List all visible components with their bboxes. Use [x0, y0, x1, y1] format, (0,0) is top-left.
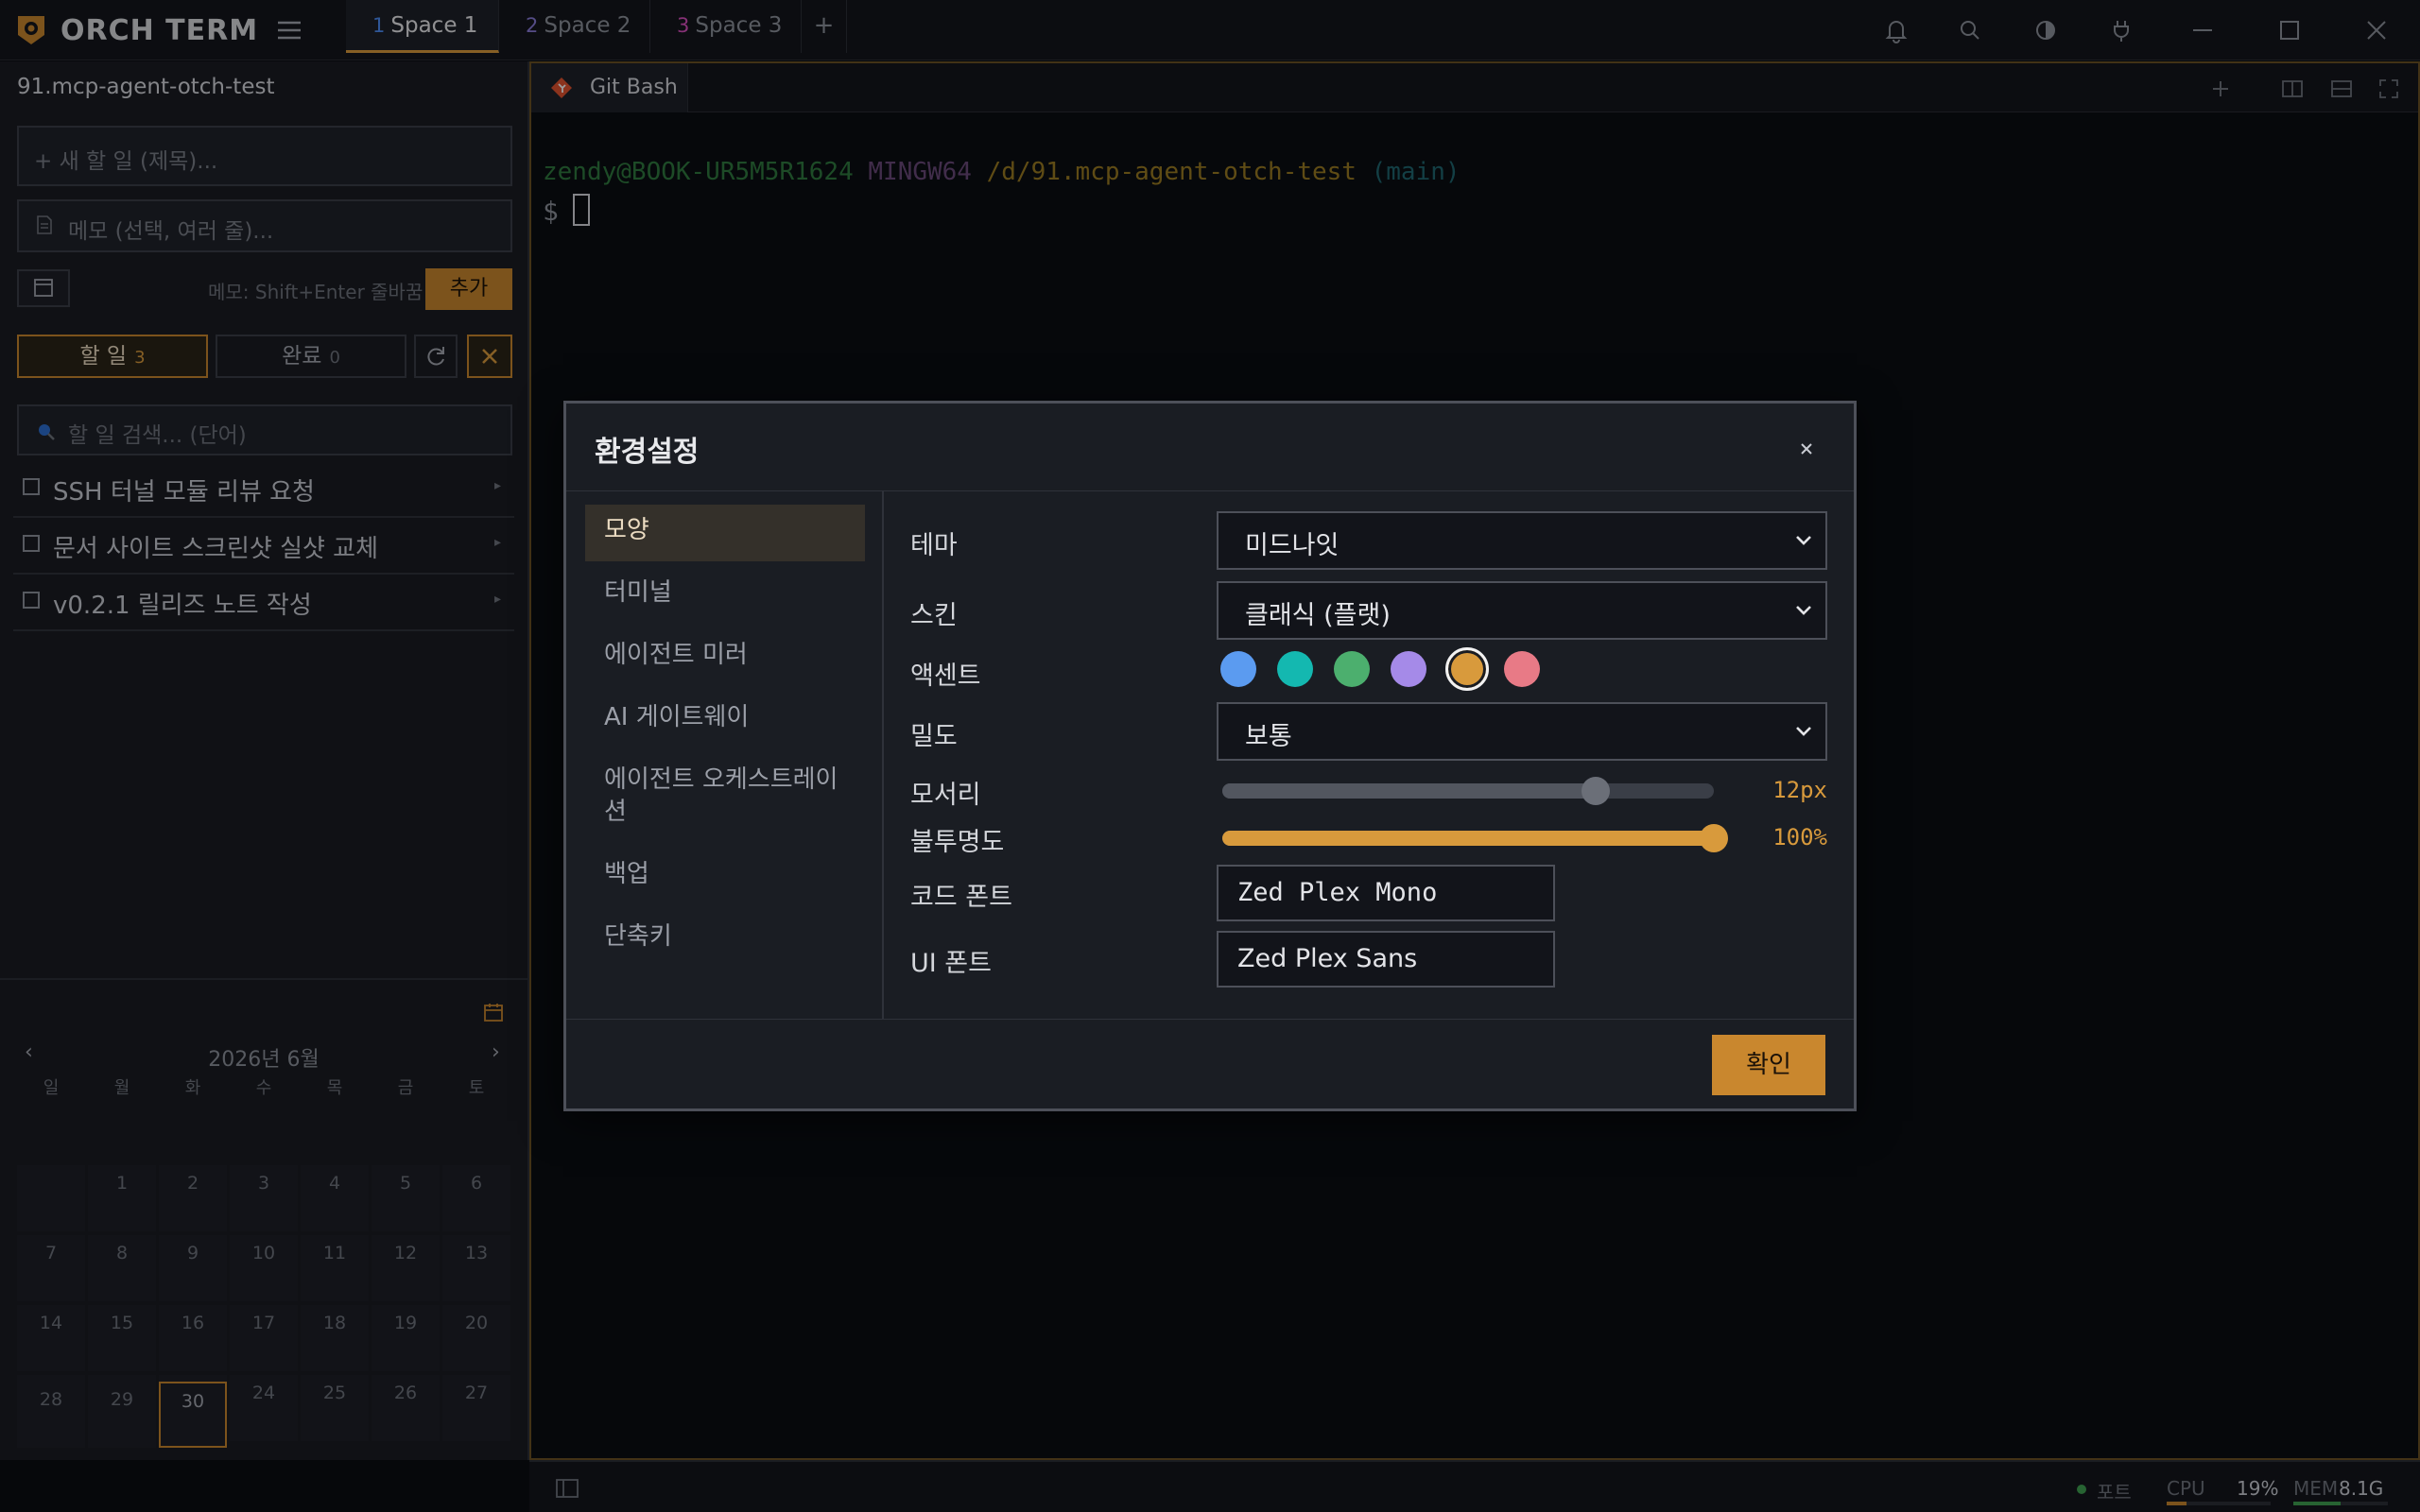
opacity-slider-fill — [1222, 831, 1714, 846]
skin-select[interactable]: 클래식 (플랫) — [1217, 581, 1827, 640]
ui-font-input[interactable]: Zed Plex Sans — [1217, 931, 1555, 988]
opacity-slider[interactable] — [1222, 824, 1728, 852]
chevron-down-icon — [1795, 725, 1812, 738]
density-value: 보통 — [1245, 722, 1292, 751]
accent-label: 액센트 — [910, 662, 981, 691]
dialog-footer-divider — [566, 1019, 1854, 1020]
skin-label: 스킨 — [910, 601, 958, 630]
confirm-button[interactable]: 확인 — [1712, 1035, 1825, 1095]
accent-swatch-teal[interactable] — [1277, 651, 1313, 687]
opacity-label: 불투명도 — [910, 828, 1005, 857]
corner-slider-knob[interactable] — [1582, 777, 1610, 805]
accent-swatch-purple[interactable] — [1391, 651, 1426, 687]
opacity-value: 100% — [1772, 824, 1827, 850]
density-select[interactable]: 보통 — [1217, 702, 1827, 761]
settings-nav: 모양 터미널 에이전트 미러 AI 게이트웨이 에이전트 오케스트레이션 백업 … — [566, 491, 884, 1019]
accent-swatch-orange-selected[interactable] — [1445, 647, 1489, 691]
code-font-label: 코드 폰트 — [910, 883, 1012, 912]
theme-label: 테마 — [910, 531, 958, 560]
dialog-title: 환경설정 — [595, 436, 700, 469]
accent-swatch-blue[interactable] — [1220, 651, 1256, 687]
nav-ai-gateway[interactable]: AI 게이트웨이 — [585, 692, 865, 733]
nav-terminal[interactable]: 터미널 — [585, 567, 865, 609]
corner-label: 모서리 — [910, 781, 981, 810]
nav-backup[interactable]: 백업 — [585, 849, 865, 890]
theme-value: 미드나잇 — [1245, 531, 1340, 560]
close-icon[interactable] — [1795, 438, 1818, 460]
nav-agent-mirror[interactable]: 에이전트 미러 — [585, 629, 865, 671]
nav-appearance[interactable]: 모양 — [585, 505, 865, 561]
skin-value: 클래식 (플랫) — [1245, 601, 1391, 630]
code-font-input[interactable]: Zed Plex Mono — [1217, 865, 1555, 921]
density-label: 밀도 — [910, 722, 958, 751]
corner-value: 12px — [1772, 777, 1827, 803]
ui-font-label: UI 폰트 — [910, 949, 992, 978]
chevron-down-icon — [1795, 604, 1812, 617]
theme-select[interactable]: 미드나잇 — [1217, 511, 1827, 570]
corner-radius-slider[interactable] — [1222, 777, 1714, 805]
settings-dialog: 환경설정 모양 터미널 에이전트 미러 AI 게이트웨이 에이전트 오케스트레이… — [563, 401, 1857, 1111]
nav-shortcuts[interactable]: 단축키 — [585, 911, 865, 953]
corner-slider-fill — [1222, 783, 1596, 799]
accent-swatch-pink[interactable] — [1504, 651, 1540, 687]
opacity-slider-knob[interactable] — [1700, 824, 1728, 852]
chevron-down-icon — [1795, 534, 1812, 547]
accent-swatch-green[interactable] — [1334, 651, 1370, 687]
nav-agent-orchestration[interactable]: 에이전트 오케스트레이션 — [585, 754, 850, 828]
